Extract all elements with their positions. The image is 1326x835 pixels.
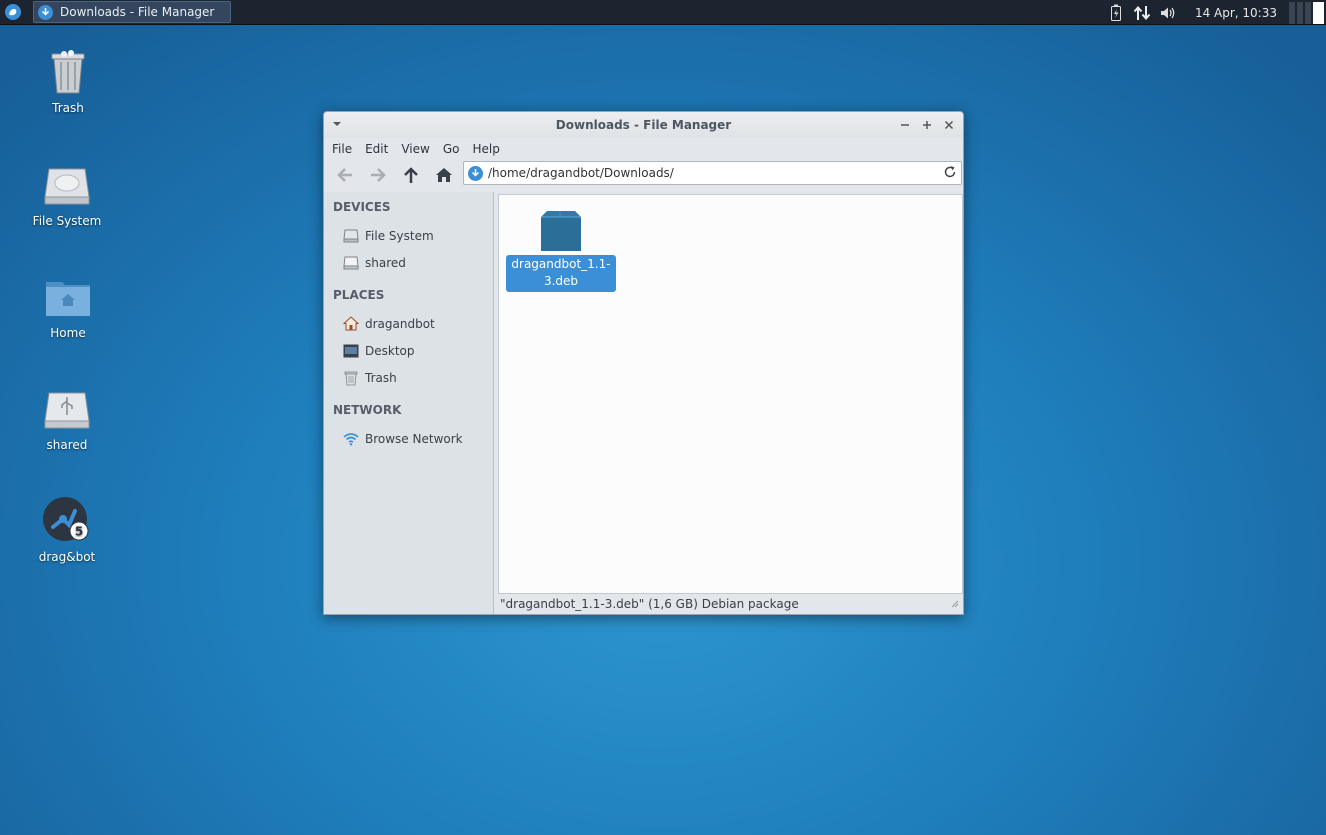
workspace-switcher[interactable] <box>1287 1 1324 24</box>
back-button[interactable] <box>330 162 360 188</box>
sidebar-header-devices: DEVICES <box>333 200 391 214</box>
desktop-icon-trash[interactable]: Trash <box>23 47 113 115</box>
usb-drive-icon <box>42 384 92 434</box>
maximize-icon[interactable] <box>916 116 938 134</box>
menu-edit[interactable]: Edit <box>361 142 394 156</box>
menu-help[interactable]: Help <box>468 142 505 156</box>
sidebar-item-label: shared <box>365 255 406 270</box>
resize-grip-icon[interactable] <box>951 597 959 611</box>
download-folder-icon <box>468 165 483 181</box>
side-pane: DEVICES File System shared PLACES dragan… <box>324 192 494 614</box>
volume-icon[interactable] <box>1159 4 1177 22</box>
clock[interactable]: 14 Apr, 10:33 <box>1195 6 1277 20</box>
window-menu-icon[interactable] <box>332 118 342 132</box>
top-panel: Downloads - File Manager 14 Apr, 10:33 <box>0 0 1326 25</box>
workspace-3[interactable] <box>1305 1 1311 24</box>
svg-text:5: 5 <box>75 525 83 539</box>
menu-go[interactable]: Go <box>439 142 466 156</box>
desktop-icon-label: File System <box>32 214 102 228</box>
desktop-icon-dragandbot[interactable]: 5 drag&bot <box>22 496 112 564</box>
file-view[interactable]: dragandbot_1.1-3.deb <box>498 194 963 594</box>
drive-icon <box>343 228 359 244</box>
desktop-icon-home[interactable]: Home <box>23 272 113 340</box>
status-bar: "dragandbot_1.1-3.deb" (1,6 GB) Debian p… <box>498 594 963 614</box>
sidebar-item-dragandbot[interactable]: dragandbot <box>324 310 493 337</box>
home-button[interactable] <box>429 162 459 188</box>
desktop-icon-label: shared <box>46 438 88 452</box>
toolbar: /home/dragandbot/Downloads/ <box>324 160 963 190</box>
window-titlebar[interactable]: Downloads - File Manager <box>324 112 963 138</box>
drive-icon <box>42 160 92 210</box>
sidebar-item-desktop[interactable]: Desktop <box>324 337 493 364</box>
file-name: dragandbot_1.1-3.deb <box>506 255 616 292</box>
minimize-icon[interactable] <box>894 116 916 134</box>
location-bar[interactable]: /home/dragandbot/Downloads/ <box>463 161 962 185</box>
desktop-icon-label: Home <box>50 326 86 340</box>
workspace-4[interactable] <box>1313 1 1324 24</box>
package-icon <box>537 209 585 255</box>
wifi-icon <box>343 431 359 447</box>
close-icon[interactable] <box>938 116 960 134</box>
workspace-1[interactable] <box>1289 1 1295 24</box>
sidebar-item-label: Trash <box>365 370 397 385</box>
battery-icon[interactable] <box>1107 4 1125 22</box>
sidebar-item-label: File System <box>365 228 434 243</box>
home-folder-icon <box>43 272 93 322</box>
desktop-icon-label: Trash <box>52 101 84 115</box>
trash-icon <box>43 47 93 97</box>
menu-view[interactable]: View <box>397 142 435 156</box>
arrow-up-icon <box>404 167 418 183</box>
status-text: "dragandbot_1.1-3.deb" (1,6 GB) Debian p… <box>500 597 799 611</box>
sidebar-item-trash[interactable]: Trash <box>324 364 493 391</box>
parent-folder-button[interactable] <box>396 162 426 188</box>
menu-bar: File Edit View Go Help <box>324 138 963 160</box>
sidebar-item-label: Desktop <box>365 343 415 358</box>
sidebar-item-label: Browse Network <box>365 431 463 446</box>
workspace-2[interactable] <box>1297 1 1303 24</box>
taskbar-button-file-manager[interactable]: Downloads - File Manager <box>33 1 231 23</box>
forward-button[interactable] <box>363 162 393 188</box>
home-icon <box>436 168 452 182</box>
download-folder-icon <box>38 4 53 20</box>
arrow-right-icon <box>371 168 386 182</box>
menu-file[interactable]: File <box>328 142 358 156</box>
desktop-icon-label: drag&bot <box>38 550 96 564</box>
sidebar-header-network: NETWORK <box>333 403 402 417</box>
window-title: Downloads - File Manager <box>555 118 732 132</box>
trash-icon <box>343 370 359 386</box>
location-path: /home/dragandbot/Downloads/ <box>488 166 674 180</box>
sidebar-item-file-system[interactable]: File System <box>324 222 493 249</box>
applications-menu-icon[interactable] <box>0 0 25 25</box>
file-item[interactable]: dragandbot_1.1-3.deb <box>506 209 616 292</box>
desktop-icon-file-system[interactable]: File System <box>22 160 112 228</box>
sidebar-header-places: PLACES <box>333 288 385 302</box>
network-icon[interactable] <box>1133 4 1151 22</box>
system-tray: 14 Apr, 10:33 <box>1107 0 1326 25</box>
sidebar-item-label: dragandbot <box>365 316 435 331</box>
desktop-icon-shared[interactable]: shared <box>22 384 112 452</box>
taskbar-button-label: Downloads - File Manager <box>60 5 215 19</box>
reload-icon[interactable] <box>943 165 957 182</box>
sidebar-item-shared[interactable]: shared <box>324 249 493 276</box>
dragandbot-icon: 5 <box>42 496 92 546</box>
usb-drive-icon <box>343 255 359 271</box>
file-manager-window: Downloads - File Manager File Edit View … <box>323 111 964 615</box>
home-icon <box>343 316 359 332</box>
window-controls <box>894 116 960 134</box>
desktop-icon <box>343 343 359 359</box>
arrow-left-icon <box>337 168 352 182</box>
sidebar-item-browse-network[interactable]: Browse Network <box>324 425 493 452</box>
